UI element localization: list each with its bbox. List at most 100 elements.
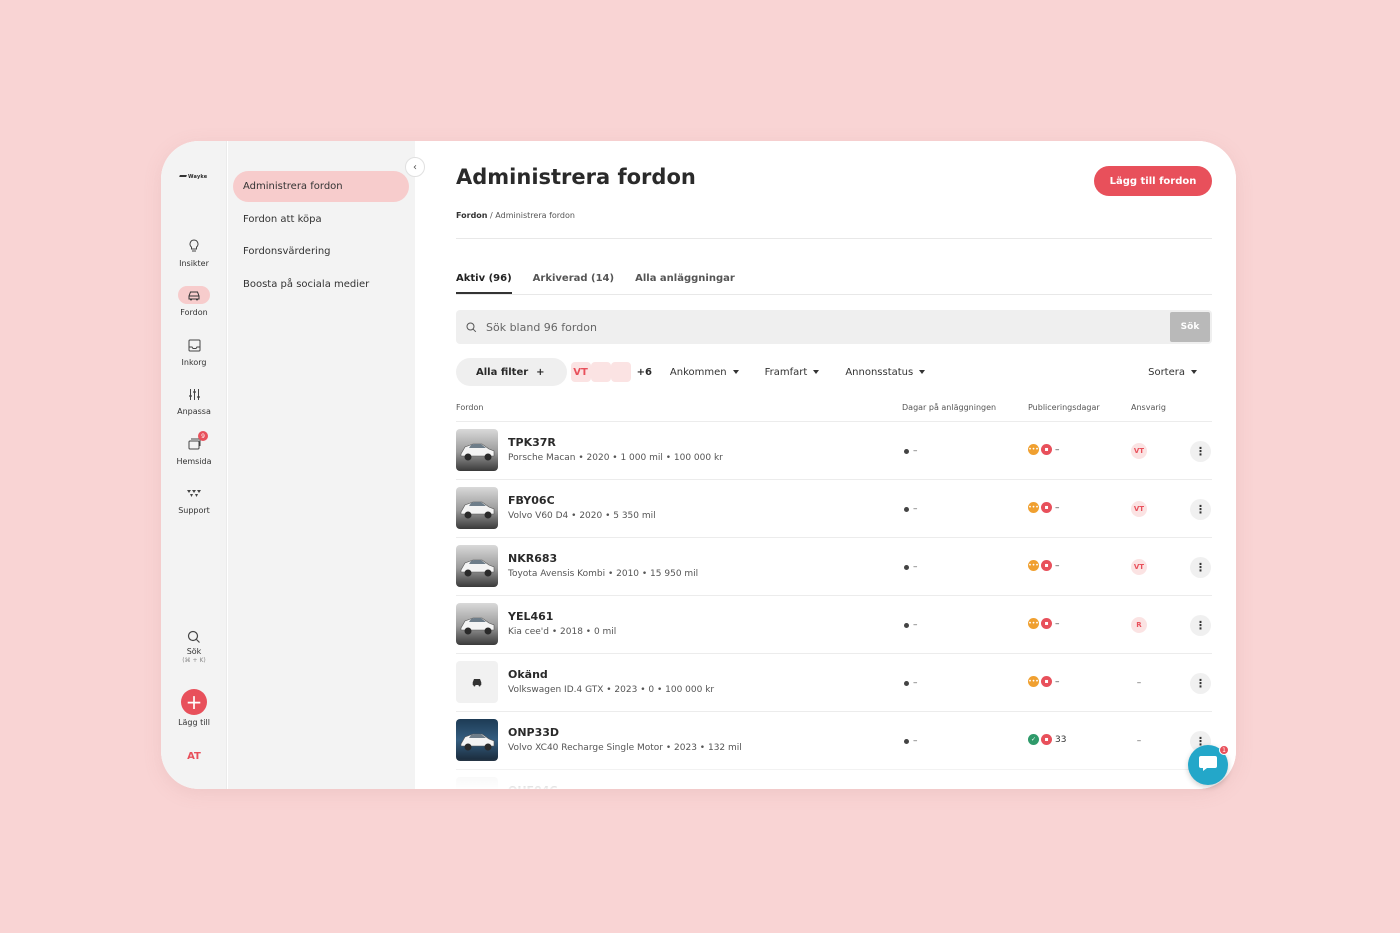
vehicle-thumbnail[interactable] bbox=[456, 603, 498, 645]
publish-status-icon: ••• bbox=[1028, 444, 1039, 455]
rail-label: Fordon bbox=[180, 308, 208, 317]
rail-add[interactable]: + Lägg till bbox=[161, 689, 227, 727]
table-row[interactable]: YEL461 Kia cee'd • 2018 • 0 mil – ••• ▪ – R ⋮ bbox=[456, 595, 1212, 653]
column-header-vehicle[interactable]: Fordon bbox=[456, 403, 483, 412]
filter-dropdown-framfart[interactable]: Framfart bbox=[765, 367, 820, 378]
lightbulb-icon bbox=[178, 237, 210, 255]
days-value: – bbox=[913, 504, 918, 514]
app-window: Wayke Insikter Fordon Inkorg Anpassa 9 H… bbox=[161, 141, 1236, 789]
vehicle-plate[interactable]: Okänd bbox=[508, 668, 548, 681]
vehicle-thumbnail[interactable] bbox=[456, 487, 498, 529]
search-icon bbox=[456, 322, 486, 333]
more-options-button[interactable]: ⋮ bbox=[1190, 615, 1211, 636]
publishing-days: ••• ▪ – bbox=[1028, 676, 1060, 687]
days-value: – bbox=[913, 678, 918, 688]
status-dot-icon bbox=[904, 564, 909, 570]
subnav-item-fordon-att-kopa[interactable]: Fordon att köpa bbox=[233, 204, 409, 235]
responsible-avatar[interactable]: VT bbox=[1131, 559, 1147, 575]
breadcrumb-root[interactable]: Fordon bbox=[456, 211, 488, 220]
status-dot-icon bbox=[904, 738, 909, 744]
plus-icon[interactable]: + bbox=[181, 689, 207, 715]
caret-down-icon bbox=[1191, 370, 1197, 374]
channel-status-icon: ▪ bbox=[1041, 618, 1052, 629]
search-button[interactable]: Sök bbox=[1170, 312, 1210, 342]
rail-label: Insikter bbox=[179, 259, 209, 268]
more-options-button[interactable]: ⋮ bbox=[1190, 499, 1211, 520]
publishing-days-value: 33 bbox=[1055, 734, 1067, 745]
sub-navigation: Administrera fordon Fordon att köpa Ford… bbox=[228, 141, 415, 789]
add-vehicle-button[interactable]: Lägg till fordon bbox=[1094, 166, 1212, 196]
responsible-avatar[interactable]: VT bbox=[1131, 501, 1147, 517]
subnav-item-administrera-fordon[interactable]: Administrera fordon bbox=[233, 171, 409, 202]
filter-chip[interactable] bbox=[590, 362, 611, 382]
vehicle-plate[interactable]: ONP33D bbox=[508, 726, 559, 739]
more-options-button[interactable]: ⋮ bbox=[1190, 557, 1211, 578]
search-input[interactable] bbox=[486, 320, 1170, 334]
channel-status-icon: ▪ bbox=[1041, 734, 1052, 745]
publishing-days-value: – bbox=[1055, 444, 1060, 455]
vehicle-thumbnail[interactable] bbox=[456, 545, 498, 587]
more-options-button[interactable]: ⋮ bbox=[1190, 441, 1211, 462]
rail-item-support[interactable]: Support bbox=[161, 484, 227, 515]
vehicle-plate[interactable]: FBY06C bbox=[508, 494, 555, 507]
tab-aktiv[interactable]: Aktiv (96) bbox=[456, 273, 512, 294]
vehicle-thumbnail[interactable] bbox=[456, 661, 498, 703]
responsible-avatar[interactable]: VT bbox=[1131, 443, 1147, 459]
publishing-days: ••• ▪ – bbox=[1028, 560, 1060, 571]
vehicle-description: Volkswagen ID.4 GTX • 2023 • 0 • 100 000… bbox=[508, 685, 715, 695]
responsible-avatar[interactable]: R bbox=[1131, 617, 1147, 633]
vehicle-thumbnail[interactable] bbox=[456, 719, 498, 761]
sort-dropdown[interactable]: Sortera bbox=[1148, 358, 1197, 386]
vehicle-plate[interactable]: YEL461 bbox=[508, 610, 553, 623]
user-avatar[interactable]: AT bbox=[181, 751, 207, 762]
tab-bar: Aktiv (96) Arkiverad (14) Alla anläggnin… bbox=[456, 273, 735, 294]
rail-label: Sök bbox=[186, 647, 202, 656]
rail-item-anpassa[interactable]: Anpassa bbox=[161, 385, 227, 416]
all-filters-label: Alla filter bbox=[476, 366, 529, 378]
subnav-item-boosta[interactable]: Boosta på sociala medier bbox=[233, 269, 409, 300]
all-filters-button[interactable]: Alla filter + bbox=[456, 358, 567, 386]
publishing-days: ✓ ▪ 33 bbox=[1028, 734, 1066, 745]
plus-icon: + bbox=[536, 366, 545, 378]
status-dot-icon bbox=[904, 680, 909, 686]
rail-item-inkorg[interactable]: Inkorg bbox=[161, 336, 227, 367]
column-header-publishing[interactable]: Publiceringsdagar bbox=[1028, 403, 1100, 412]
tab-alla-anlaggningar[interactable]: Alla anläggningar bbox=[635, 273, 735, 294]
table-row[interactable]: TPK37R Porsche Macan • 2020 • 1 000 mil •… bbox=[456, 421, 1212, 479]
more-vertical-icon: ⋮ bbox=[1195, 619, 1206, 632]
vehicle-thumbnail[interactable] bbox=[456, 429, 498, 471]
breadcrumb: Fordon / Administrera fordon bbox=[456, 211, 575, 220]
filter-chip[interactable] bbox=[610, 362, 631, 382]
filter-dropdown-ankommen[interactable]: Ankommen bbox=[670, 367, 739, 378]
table-row[interactable]: Okänd Volkswagen ID.4 GTX • 2023 • 0 • 10… bbox=[456, 653, 1212, 711]
filter-dropdown-annonsstatus[interactable]: Annonsstatus bbox=[845, 367, 926, 378]
rail-item-insikter[interactable]: Insikter bbox=[161, 237, 227, 268]
publish-status-icon: ••• bbox=[1028, 618, 1039, 629]
publishing-days-value: – bbox=[1055, 502, 1060, 513]
vehicle-description: Kia cee'd • 2018 • 0 mil bbox=[508, 627, 617, 637]
vehicle-description: Volvo V60 D4 • 2020 • 5 350 mil bbox=[508, 511, 656, 521]
days-on-site: – bbox=[904, 446, 918, 456]
more-options-button[interactable]: ⋮ bbox=[1190, 673, 1211, 694]
publishing-days: ••• ▪ – bbox=[1028, 444, 1060, 455]
vehicle-plate[interactable]: NKR683 bbox=[508, 552, 557, 565]
rail-item-fordon[interactable]: Fordon bbox=[161, 286, 227, 317]
responsible-avatar: – bbox=[1136, 736, 1142, 746]
days-value: – bbox=[913, 736, 918, 746]
publishing-days-value: – bbox=[1055, 618, 1060, 629]
collapse-sidebar-button[interactable]: ‹ bbox=[405, 157, 425, 177]
dropdown-label: Framfart bbox=[764, 366, 808, 378]
subnav-item-fordonsvardering[interactable]: Fordonsvärdering bbox=[233, 236, 409, 267]
table-row[interactable]: FBY06C Volvo V60 D4 • 2020 • 5 350 mil – ••… bbox=[456, 479, 1212, 537]
rail-search[interactable]: Sök (⌘ + K) bbox=[161, 628, 227, 664]
more-filters-count[interactable]: +6 bbox=[637, 367, 652, 378]
rail-item-hemsida[interactable]: 9 Hemsida bbox=[161, 431, 227, 466]
tab-arkiverad[interactable]: Arkiverad (14) bbox=[533, 273, 614, 294]
filter-chip-initials[interactable]: VT bbox=[570, 362, 591, 382]
table-row[interactable]: NKR683 Toyota Avensis Kombi • 2010 • 15 9… bbox=[456, 537, 1212, 595]
publish-status-icon: ✓ bbox=[1028, 734, 1039, 745]
wayke-logo[interactable]: Wayke bbox=[178, 174, 211, 180]
column-header-days[interactable]: Dagar på anläggningen bbox=[902, 403, 996, 412]
vehicle-plate[interactable]: TPK37R bbox=[508, 436, 556, 449]
column-header-responsible[interactable]: Ansvarig bbox=[1131, 403, 1166, 412]
